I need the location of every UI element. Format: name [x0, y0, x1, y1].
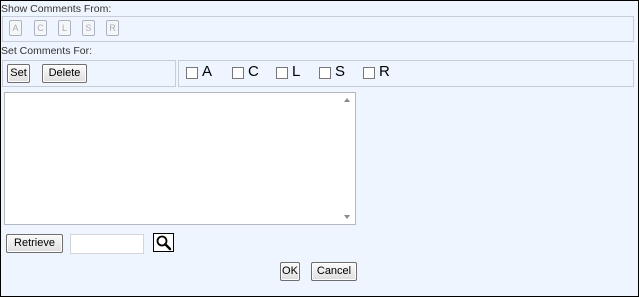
checkbox-s-label: S	[335, 63, 346, 80]
comment-scrollbar[interactable]	[339, 93, 355, 224]
scroll-down-icon[interactable]	[344, 215, 350, 219]
filter-button-l[interactable]: L	[58, 20, 71, 36]
filter-button-r[interactable]: R	[106, 20, 119, 36]
scroll-up-icon[interactable]	[344, 98, 350, 102]
checkbox-c-label: C	[248, 63, 259, 80]
delete-button[interactable]: Delete	[42, 64, 87, 83]
filter-button-a[interactable]: A	[9, 20, 22, 36]
checkbox-c[interactable]	[232, 67, 244, 79]
comment-textarea[interactable]	[4, 92, 356, 225]
cancel-button[interactable]: Cancel	[311, 262, 357, 281]
checkbox-a[interactable]	[186, 67, 198, 79]
filter-button-c[interactable]: C	[34, 20, 47, 36]
set-delete-box: Set Delete	[2, 60, 176, 87]
checkbox-a-label: A	[202, 63, 213, 80]
retrieve-button[interactable]: Retrieve	[6, 234, 63, 253]
set-comments-label: Set Comments For:	[1, 45, 93, 57]
checkbox-l[interactable]	[276, 67, 288, 79]
filter-button-s[interactable]: S	[82, 20, 95, 36]
set-button[interactable]: Set	[7, 64, 30, 83]
magnifier-icon	[156, 235, 172, 251]
checkbox-r[interactable]	[363, 67, 375, 79]
search-icon-button[interactable]	[153, 233, 174, 252]
checkbox-s[interactable]	[319, 67, 331, 79]
checkbox-r-label: R	[379, 63, 390, 80]
checkbox-l-label: L	[292, 63, 301, 80]
comments-panel: Show Comments From: A C L S R Set Commen…	[0, 0, 639, 297]
retrieve-input[interactable]	[70, 234, 144, 254]
show-comments-filter-bar: A C L S R	[2, 16, 634, 42]
set-comments-checkbox-bar: A C L S R	[178, 60, 634, 87]
ok-button[interactable]: OK	[280, 262, 300, 281]
show-comments-label: Show Comments From:	[1, 3, 112, 15]
